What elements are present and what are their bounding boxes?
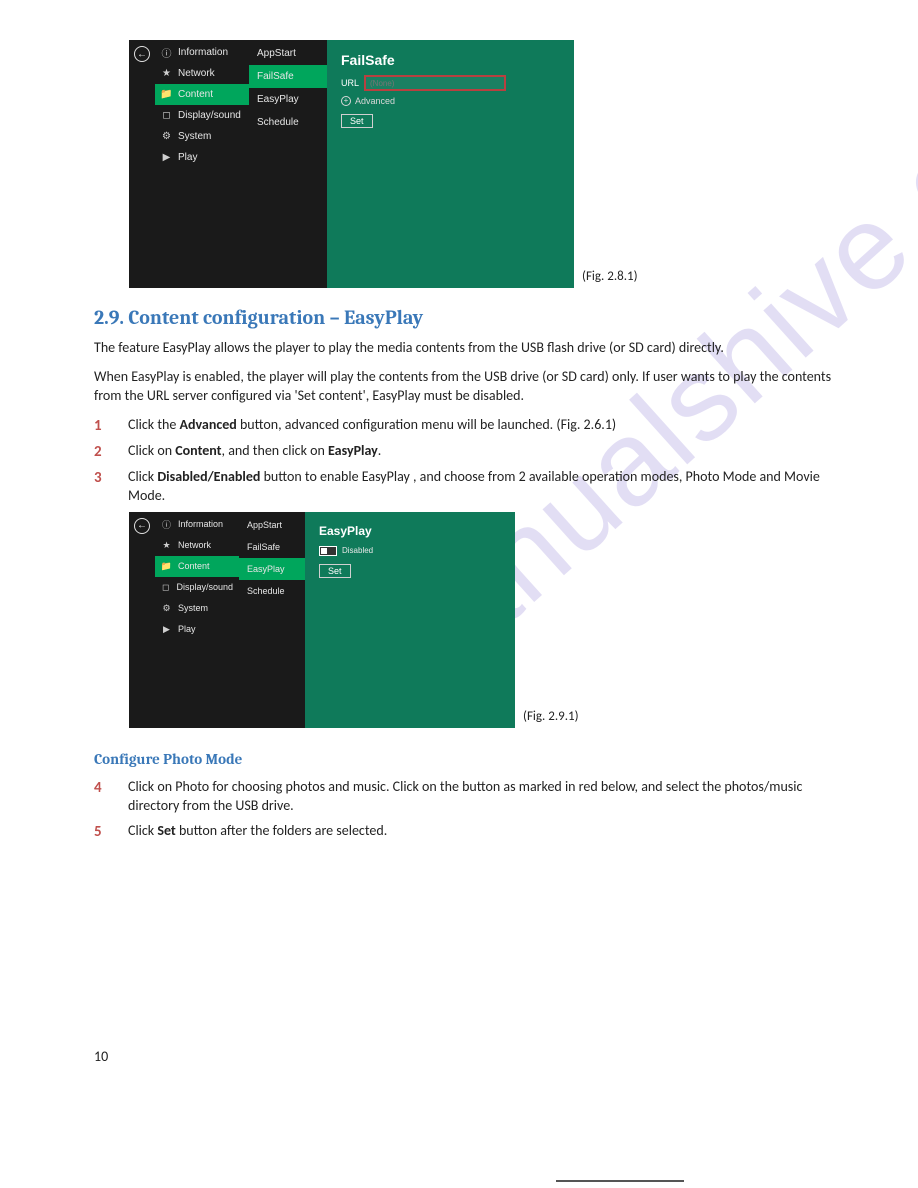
figure-caption: (Fig. 2.9.1) [523, 709, 579, 724]
settings-pane: FailSafe URL + Advanced Set [327, 40, 574, 288]
display-icon: ◻ [161, 582, 170, 593]
pane-title: FailSafe [341, 52, 560, 68]
toggle-row: Disabled [319, 546, 501, 556]
sub-appstart[interactable]: AppStart [249, 42, 327, 65]
pane-title: EasyPlay [319, 524, 501, 538]
nav-label: Information [178, 47, 228, 58]
nav-label: Content [178, 89, 213, 100]
nav-system[interactable]: ⚙ System [155, 598, 239, 619]
figure-2-8-1: ← ⓘ Information ★ Network 📁 Content ◻ Displa… [129, 40, 834, 288]
steps-list-a: 1 Click the Advanced button, advanced co… [94, 416, 834, 506]
step-number: 4 [94, 778, 128, 816]
figure-2-9-1: ← ⓘ Information ★ Network 📁 Content ◻ Displa… [129, 512, 834, 728]
folder-icon: 📁 [161, 561, 172, 572]
nav-information[interactable]: ⓘ Information [155, 42, 249, 63]
footer-divider [556, 1180, 684, 1182]
plus-icon: + [341, 96, 351, 106]
secondary-nav: AppStart FailSafe EasyPlay Schedule [249, 40, 327, 288]
nav-label: Network [178, 540, 211, 550]
step-text: Click on Content, and then click on Easy… [128, 442, 834, 462]
nav-display-sound[interactable]: ◻ Display/sound [155, 105, 249, 126]
sub-failsafe[interactable]: FailSafe [239, 536, 305, 558]
nav-network[interactable]: ★ Network [155, 535, 239, 556]
screenshot-easyplay: ← ⓘ Information ★ Network 📁 Content ◻ Displa… [129, 512, 515, 728]
sub-heading: Configure Photo Mode [94, 750, 834, 768]
nav-information[interactable]: ⓘ Information [155, 514, 239, 535]
network-icon: ★ [161, 68, 172, 79]
screenshot-failsafe: ← ⓘ Information ★ Network 📁 Content ◻ Displa… [129, 40, 574, 288]
section-heading: 2.9. Content configuration – EasyPlay [94, 306, 834, 329]
folder-icon: 📁 [161, 89, 172, 100]
info-icon: ⓘ [161, 519, 172, 530]
play-icon: ▶ [161, 152, 172, 163]
sub-appstart[interactable]: AppStart [239, 514, 305, 536]
play-icon: ▶ [161, 624, 172, 635]
set-button[interactable]: Set [319, 564, 351, 578]
url-label: URL [341, 78, 359, 88]
sub-schedule[interactable]: Schedule [249, 111, 327, 134]
step-1: 1 Click the Advanced button, advanced co… [94, 416, 834, 436]
secondary-nav: AppStart FailSafe EasyPlay Schedule [239, 512, 305, 728]
enable-toggle[interactable] [319, 546, 337, 556]
nav-label: Display/sound [176, 582, 233, 592]
url-input[interactable] [365, 76, 505, 90]
back-column: ← [129, 40, 155, 288]
toggle-knob [321, 548, 327, 554]
info-icon: ⓘ [161, 47, 172, 58]
sub-easyplay[interactable]: EasyPlay [249, 88, 327, 111]
step-number: 5 [94, 822, 128, 842]
nav-label: Network [178, 68, 215, 79]
step-number: 1 [94, 416, 128, 436]
step-text: Click the Advanced button, advanced conf… [128, 416, 834, 436]
step-4: 4 Click on Photo for choosing photos and… [94, 778, 834, 816]
step-text: Click Disabled/Enabled button to enable … [128, 468, 834, 506]
intro-paragraph-1: The feature EasyPlay allows the player t… [94, 339, 834, 358]
url-row: URL [341, 76, 560, 90]
page-content: ← ⓘ Information ★ Network 📁 Content ◻ Displa… [94, 40, 834, 848]
nav-label: Information [178, 519, 223, 529]
sub-failsafe[interactable]: FailSafe [249, 65, 327, 88]
step-2: 2 Click on Content, and then click on Ea… [94, 442, 834, 462]
step-number: 3 [94, 468, 128, 506]
step-text: Click Set button after the folders are s… [128, 822, 834, 842]
back-icon[interactable]: ← [134, 46, 150, 62]
system-icon: ⚙ [161, 603, 172, 614]
nav-label: System [178, 603, 208, 613]
primary-nav: ⓘ Information ★ Network 📁 Content ◻ Display/… [155, 40, 249, 288]
nav-network[interactable]: ★ Network [155, 63, 249, 84]
figure-caption: (Fig. 2.8.1) [582, 269, 638, 284]
toggle-label: Disabled [342, 546, 373, 555]
nav-content[interactable]: 📁 Content [155, 84, 249, 105]
network-icon: ★ [161, 540, 172, 551]
nav-display-sound[interactable]: ◻ Display/sound [155, 577, 239, 598]
advanced-label: Advanced [355, 96, 395, 106]
primary-nav: ⓘ Information ★ Network 📁 Content ◻ Display/… [155, 512, 239, 728]
nav-label: Content [178, 561, 210, 571]
intro-paragraph-2: When EasyPlay is enabled, the player wil… [94, 368, 834, 406]
page-number: 10 [94, 1048, 108, 1065]
nav-content[interactable]: 📁 Content [155, 556, 239, 577]
nav-system[interactable]: ⚙ System [155, 126, 249, 147]
back-icon[interactable]: ← [134, 518, 150, 534]
back-column: ← [129, 512, 155, 728]
step-5: 5 Click Set button after the folders are… [94, 822, 834, 842]
nav-label: System [178, 131, 211, 142]
steps-list-b: 4 Click on Photo for choosing photos and… [94, 778, 834, 842]
system-icon: ⚙ [161, 131, 172, 142]
advanced-row[interactable]: + Advanced [341, 96, 560, 106]
sub-schedule[interactable]: Schedule [239, 580, 305, 602]
sub-easyplay[interactable]: EasyPlay [239, 558, 305, 580]
nav-play[interactable]: ▶ Play [155, 147, 249, 168]
nav-play[interactable]: ▶ Play [155, 619, 239, 640]
step-3: 3 Click Disabled/Enabled button to enabl… [94, 468, 834, 506]
step-text: Click on Photo for choosing photos and m… [128, 778, 834, 816]
set-button[interactable]: Set [341, 114, 373, 128]
nav-label: Play [178, 152, 197, 163]
nav-label: Play [178, 624, 196, 634]
nav-label: Display/sound [178, 110, 241, 121]
settings-pane: EasyPlay Disabled Set [305, 512, 515, 728]
step-number: 2 [94, 442, 128, 462]
display-icon: ◻ [161, 110, 172, 121]
